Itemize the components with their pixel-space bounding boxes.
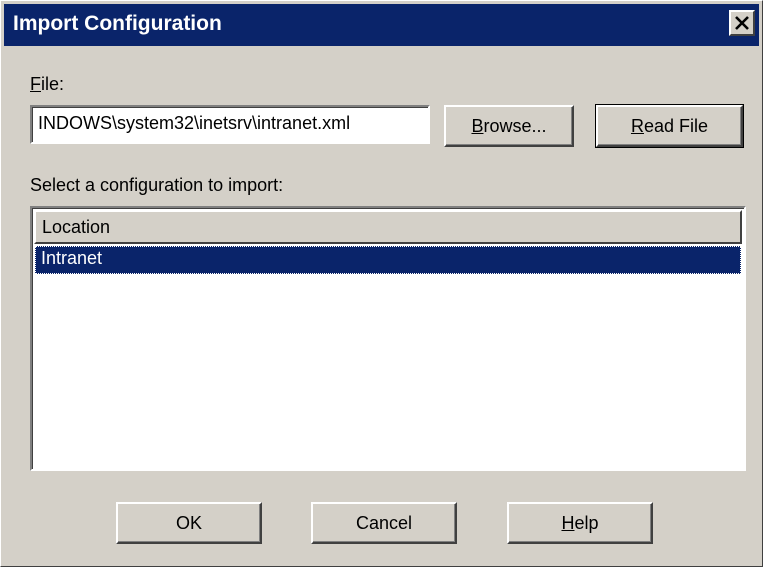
file-label-accelerator: F <box>30 74 41 94</box>
import-configuration-dialog: Import Configuration File: INDOWS\system… <box>0 0 763 567</box>
browse-button[interactable]: Browse... <box>444 105 574 147</box>
title-bar[interactable]: Import Configuration <box>4 4 759 46</box>
read-file-label: ead File <box>643 115 709 136</box>
help-button[interactable]: Help <box>507 502 653 544</box>
cancel-button[interactable]: Cancel <box>311 502 457 544</box>
help-accelerator: H <box>561 512 575 533</box>
read-file-accelerator: R <box>630 115 644 136</box>
file-label: File: <box>30 74 64 95</box>
list-item[interactable]: Intranet <box>35 246 741 274</box>
ok-button[interactable]: OK <box>116 502 262 544</box>
close-button[interactable] <box>729 10 755 36</box>
file-path-input[interactable]: INDOWS\system32\inetsrv\intranet.xml <box>30 105 430 144</box>
dialog-title: Import Configuration <box>13 12 222 35</box>
select-configuration-label: Select a configuration to import: <box>30 175 284 195</box>
close-icon <box>735 16 749 30</box>
browse-accelerator: B <box>471 115 484 136</box>
read-file-button[interactable]: Read File <box>595 104 744 148</box>
browse-label: rowse... <box>483 115 547 136</box>
column-header-location[interactable]: Location <box>34 210 742 244</box>
file-label-text: ile: <box>41 74 65 94</box>
configuration-list[interactable]: Location Intranet <box>30 206 746 471</box>
help-label: elp <box>574 512 599 533</box>
